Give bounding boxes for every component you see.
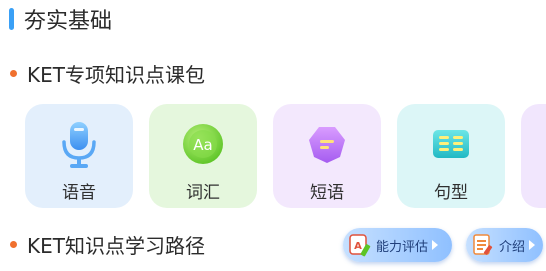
play-arrow-icon <box>529 240 535 250</box>
page: 夯实基础 KET专项知识点课包 语音 Aa 词汇 短语 句型 KET知识点学习路… <box>0 0 546 271</box>
phrase-icon <box>273 120 381 168</box>
card-label: 句型 <box>434 183 468 203</box>
card-pronunciation[interactable]: 语音 <box>25 104 133 208</box>
card-label: 语音 <box>62 183 96 203</box>
intro-button[interactable]: 介绍 <box>466 228 543 262</box>
package-header: KET专项知识点课包 <box>10 58 205 88</box>
microphone-icon <box>25 120 133 168</box>
ability-assessment-button[interactable]: A 能力评估 <box>343 228 452 262</box>
section-header: 夯实基础 <box>9 3 112 35</box>
assessment-label: 能力评估 <box>376 239 429 255</box>
svg-text:A: A <box>354 241 362 252</box>
course-card-list: 语音 Aa 词汇 短语 句型 <box>25 104 546 208</box>
path-header: KET知识点学习路径 <box>10 229 205 259</box>
bullet-dot <box>10 240 17 248</box>
path-title: KET知识点学习路径 <box>27 233 205 258</box>
card-sentence-patterns[interactable]: 句型 <box>397 104 505 208</box>
package-title: KET专项知识点课包 <box>27 62 205 87</box>
assessment-icon: A <box>346 231 374 259</box>
section-accent-bar <box>9 8 14 30</box>
section-title: 夯实基础 <box>24 9 113 34</box>
card-label: 短语 <box>310 183 344 203</box>
play-arrow-icon <box>432 240 439 250</box>
card-partial[interactable] <box>521 104 546 208</box>
card-phrases[interactable]: 短语 <box>273 104 381 208</box>
card-vocabulary[interactable]: Aa 词汇 <box>149 104 257 208</box>
sentence-pattern-icon <box>397 120 505 168</box>
document-icon <box>469 231 497 259</box>
svg-text:Aa: Aa <box>193 136 212 154</box>
vocabulary-icon: Aa <box>149 120 257 168</box>
intro-label: 介绍 <box>498 239 525 255</box>
card-label: 词汇 <box>186 183 220 203</box>
bullet-dot <box>10 69 17 77</box>
